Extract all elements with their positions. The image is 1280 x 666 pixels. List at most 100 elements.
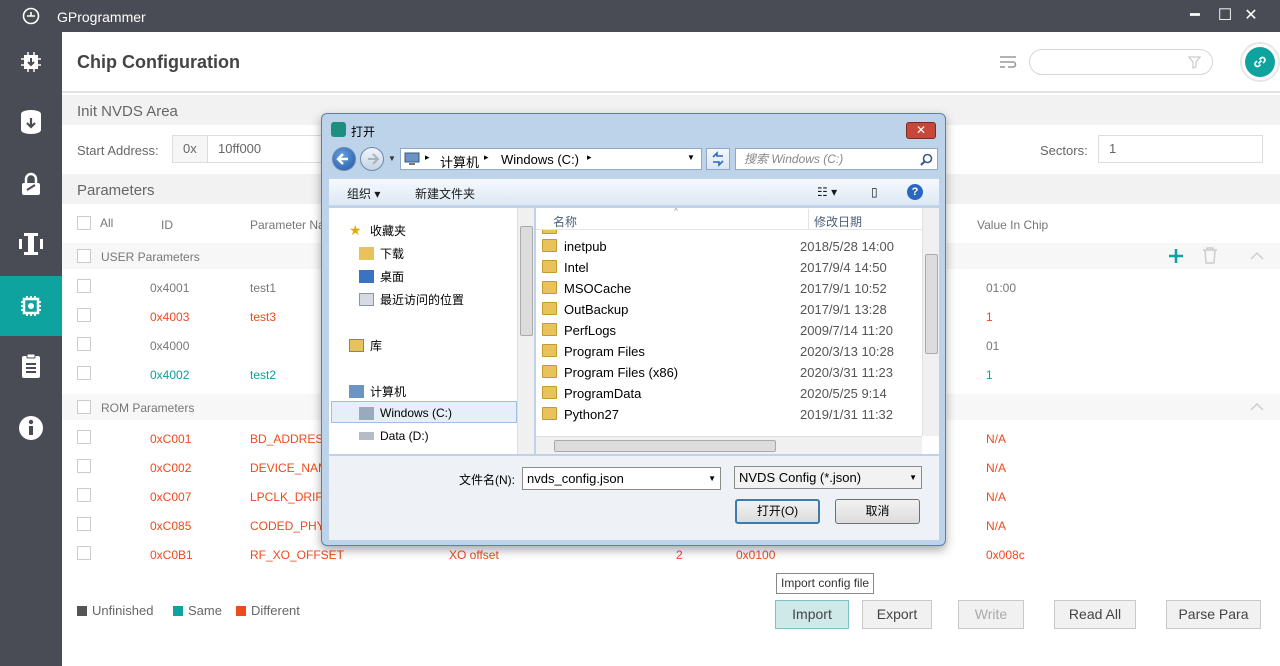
row-checkbox[interactable] — [77, 459, 91, 473]
select-all-checkbox[interactable] — [77, 216, 91, 230]
filter-icon[interactable] — [1188, 56, 1201, 69]
new-folder-button[interactable]: 新建文件夹 — [415, 185, 475, 202]
filename-dropdown-icon[interactable]: ▼ — [708, 468, 716, 489]
nav-favorites[interactable]: ★ 收藏夹 — [349, 222, 406, 239]
row-checkbox[interactable] — [77, 279, 91, 293]
param-value-in-chip: 0x008c — [986, 548, 1025, 562]
param-id: 0x4001 — [150, 281, 190, 295]
file-row[interactable]: OutBackup 2017/9/1 13:28 — [536, 299, 922, 320]
file-row[interactable]: Python27 2019/1/31 11:32 — [536, 404, 922, 425]
file-row[interactable]: ProgramData 2020/5/25 9:14 — [536, 383, 922, 404]
cancel-button[interactable]: 取消 — [835, 499, 920, 524]
nav-recent[interactable]: 最近访问的位置 — [359, 291, 464, 308]
collapse-chevron-icon[interactable] — [1250, 251, 1264, 260]
refresh-button[interactable] — [706, 148, 730, 170]
address-bar[interactable]: ▸ 计算机 ▸ Windows (C:) ▸ ▼ — [400, 148, 702, 170]
lock-icon — [22, 172, 40, 195]
maximize-button[interactable]: ☐ — [1215, 6, 1235, 26]
start-address-input[interactable]: 10ff000 — [208, 135, 328, 163]
address-dropdown-icon[interactable]: ▼ — [687, 153, 695, 162]
dialog-search-input[interactable]: 搜索 Windows (C:) — [735, 148, 938, 170]
connect-button[interactable] — [1240, 42, 1280, 82]
downloads-folder-icon — [359, 247, 374, 260]
row-checkbox[interactable] — [77, 517, 91, 531]
file-list-hscroll-thumb[interactable] — [554, 440, 776, 452]
parse-para-button[interactable]: Parse Para — [1166, 600, 1261, 629]
legend-swatch — [236, 605, 246, 616]
column-id[interactable]: ID — [161, 218, 173, 232]
breadcrumb-drive[interactable]: Windows (C:) — [501, 152, 579, 167]
nav-drive-c[interactable]: Windows (C:) — [359, 406, 452, 420]
column-divider[interactable] — [808, 209, 809, 229]
write-button[interactable]: Write — [958, 600, 1024, 629]
nav-library[interactable]: 库 — [349, 337, 382, 354]
view-options-icon[interactable]: ☷ ▾ — [817, 185, 837, 199]
search-input[interactable] — [1029, 49, 1213, 75]
sidebar-item-firmware-download[interactable] — [0, 32, 62, 92]
export-button[interactable]: Export — [862, 600, 932, 629]
nav-scrollbar[interactable] — [517, 208, 534, 454]
forward-button[interactable] — [360, 147, 384, 171]
wrap-lines-icon[interactable] — [999, 55, 1017, 69]
file-type-dropdown-icon[interactable]: ▼ — [909, 467, 917, 488]
filename-input[interactable]: nvds_config.json ▼ — [522, 467, 721, 490]
history-dropdown-icon[interactable]: ▼ — [388, 154, 396, 163]
sidebar-item-pin-mux[interactable] — [0, 214, 62, 274]
sidebar-item-about[interactable] — [0, 398, 62, 458]
row-checkbox[interactable] — [77, 430, 91, 444]
sidebar-item-storage[interactable] — [0, 92, 62, 152]
file-list-scroll-thumb[interactable] — [925, 254, 938, 354]
column-date-modified[interactable]: 修改日期 — [814, 213, 862, 230]
row-checkbox[interactable] — [77, 366, 91, 380]
import-button[interactable]: Import — [775, 600, 849, 629]
table-row[interactable]: 0xC0B1 RF_XO_OFFSET XO offset 2 0x0100 0x008c — [62, 546, 1280, 575]
open-button[interactable]: 打开(O) — [735, 499, 820, 524]
nav-drive-d[interactable]: Data (D:) — [359, 429, 429, 443]
file-row[interactable]: inetpub 2018/5/28 14:00 — [536, 236, 922, 257]
row-checkbox[interactable] — [77, 488, 91, 502]
file-row[interactable]: PerfLogs 2009/7/14 11:20 — [536, 320, 922, 341]
row-checkbox[interactable] — [77, 546, 91, 560]
read-all-button[interactable]: Read All — [1054, 600, 1136, 629]
search-icon[interactable] — [920, 153, 933, 166]
column-value-in-chip[interactable]: Value In Chip — [977, 218, 1048, 232]
dialog-close-button[interactable]: ✕ — [906, 122, 936, 139]
row-checkbox[interactable] — [77, 308, 91, 322]
file-date: 2017/9/1 13:28 — [800, 302, 887, 317]
nav-scroll-thumb[interactable] — [520, 226, 533, 336]
file-list-hscrollbar[interactable] — [536, 436, 922, 454]
file-list: inetpub 2018/5/28 14:00 Intel 2017/9/4 14:5… — [536, 230, 922, 435]
nav-computer[interactable]: 计算机 — [349, 383, 406, 400]
column-name[interactable]: 名称 — [553, 213, 577, 230]
column-parameter-name[interactable]: Parameter Na — [250, 218, 325, 232]
file-type-select[interactable]: NVDS Config (*.json) ▼ — [734, 466, 922, 489]
legend-different: Different — [236, 603, 300, 618]
preview-pane-icon[interactable]: ▯ — [871, 185, 878, 199]
back-button[interactable] — [332, 147, 356, 171]
file-row[interactable]: Program Files 2020/3/13 10:28 — [536, 341, 922, 362]
user-group-checkbox[interactable] — [77, 249, 91, 263]
sidebar-item-chip-config[interactable] — [0, 276, 62, 336]
add-icon[interactable] — [1167, 247, 1185, 265]
nav-desktop[interactable]: 桌面 — [359, 268, 404, 285]
open-file-dialog: 打开 ✕ ▼ ▸ 计算机 ▸ Windows (C:) ▸ ▼ 搜索 Windo… — [321, 113, 946, 546]
help-icon[interactable]: ? — [907, 184, 923, 200]
file-row[interactable]: MSOCache 2017/9/1 10:52 — [536, 278, 922, 299]
sectors-input[interactable]: 1 — [1098, 135, 1263, 163]
param-id: 0x4002 — [150, 368, 190, 382]
organize-menu[interactable]: 组织 ▾ — [347, 185, 380, 202]
sidebar-item-encrypt[interactable] — [0, 154, 62, 214]
rom-group-checkbox[interactable] — [77, 400, 91, 414]
file-list-scrollbar[interactable] — [922, 208, 939, 436]
collapse-chevron-icon[interactable] — [1250, 402, 1264, 411]
trash-icon[interactable] — [1202, 246, 1218, 264]
param-name: test1 — [250, 281, 277, 295]
file-row[interactable]: Program Files (x86) 2020/3/31 11:23 — [536, 362, 922, 383]
breadcrumb-computer[interactable]: 计算机 — [440, 152, 479, 171]
minimize-button[interactable]: ━ — [1185, 6, 1205, 26]
sidebar-item-log[interactable] — [0, 336, 62, 396]
close-button[interactable]: ✕ — [1241, 6, 1261, 26]
file-row[interactable]: Intel 2017/9/4 14:50 — [536, 257, 922, 278]
row-checkbox[interactable] — [77, 337, 91, 351]
nav-downloads[interactable]: 下载 — [359, 245, 404, 262]
